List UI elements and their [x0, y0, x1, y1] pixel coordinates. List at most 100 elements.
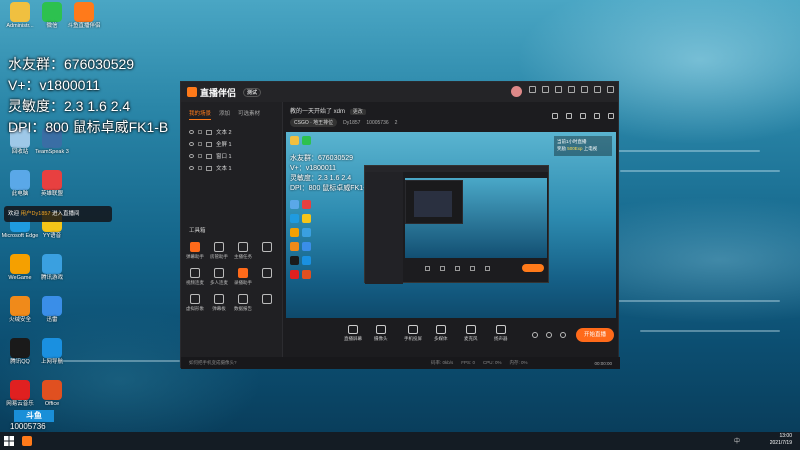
- screen-capture-button[interactable]: 直播屏幕: [344, 325, 362, 342]
- lock-icon[interactable]: [198, 130, 202, 134]
- preview-desktop-icon: [290, 214, 299, 223]
- toolbox-item[interactable]: 虚拟形象: [183, 294, 207, 312]
- toolbox-item[interactable]: 视频连麦: [183, 268, 207, 286]
- eye-icon[interactable]: [189, 130, 194, 134]
- eye-icon[interactable]: [546, 332, 552, 338]
- nested-preview-window: [364, 165, 549, 284]
- room-id: 10005736: [366, 119, 389, 126]
- douyu-companion-icon: [22, 436, 32, 446]
- tool-icon: [262, 242, 272, 252]
- thunder-icon: [42, 296, 62, 316]
- avatar[interactable]: [511, 86, 522, 97]
- preview-desktop-icon: [302, 136, 311, 145]
- toolbar-icon: [375, 325, 386, 334]
- category-select[interactable]: CSGO · 地王排位: [290, 118, 338, 127]
- nested-inner-preview: [414, 191, 452, 217]
- system-clock[interactable]: 13:00 2021/7/19: [770, 433, 792, 447]
- desktop-icon[interactable]: 网易云音乐: [2, 380, 38, 408]
- gift-icon[interactable]: [552, 113, 558, 119]
- desktop-icon[interactable]: 腾讯游戏: [34, 254, 70, 282]
- desktop-icon[interactable]: 火绒安全: [2, 296, 38, 324]
- eye-icon[interactable]: [189, 142, 194, 146]
- desktop-icon-label: 微信: [46, 23, 58, 29]
- desktop-icon-label: TeamSpeak 3: [35, 149, 69, 155]
- message-icon[interactable]: [529, 86, 536, 93]
- desktop-icon[interactable]: 迅雷: [34, 296, 70, 324]
- skin-icon[interactable]: [555, 86, 562, 93]
- scene-item[interactable]: 全屏 1: [181, 138, 282, 150]
- shop-icon[interactable]: [566, 113, 572, 119]
- lock-icon[interactable]: [198, 166, 202, 170]
- edit-title-button[interactable]: 更改: [349, 109, 366, 115]
- desktop-icon[interactable]: 此电脑: [2, 170, 38, 198]
- lock-icon[interactable]: [198, 154, 202, 158]
- desktop-icon[interactable]: 微信: [34, 2, 70, 30]
- layout-icon[interactable]: [532, 332, 538, 338]
- tool-icon: [262, 294, 272, 304]
- minimize-icon[interactable]: [581, 86, 588, 93]
- media-button[interactable]: 多媒体: [434, 325, 448, 342]
- desktop-icon[interactable]: 斗鱼直播伴侣: [66, 2, 102, 30]
- maximize-icon[interactable]: [594, 86, 601, 93]
- eye-icon[interactable]: [189, 154, 194, 158]
- toolbox-item[interactable]: 录播助手: [231, 268, 255, 286]
- live-reward-note: 当前1小时直播 奖励 500Exp 上电视: [554, 136, 612, 156]
- toolbox-item[interactable]: [255, 268, 279, 286]
- scene-item[interactable]: 文本 1: [181, 162, 282, 174]
- toolbox-item[interactable]: 主播任务: [231, 242, 255, 260]
- room-title: 教的一天开始了 xdm: [290, 109, 346, 115]
- desktop-icon-label: 英雄联盟: [40, 191, 63, 197]
- toolbox-item[interactable]: [255, 294, 279, 312]
- desktop-icon[interactable]: WeGame: [2, 254, 38, 282]
- chat-suffix: 进入直播间: [52, 211, 80, 217]
- tool-label: 虚拟形象: [186, 306, 204, 311]
- desktop-icon[interactable]: Administr...: [2, 2, 38, 30]
- tool-icon: [238, 294, 248, 304]
- desktop-icon-label: 回收站: [11, 149, 29, 155]
- stream-preview[interactable]: 水友群：676030529 V+：v1800011 灵敏度：2.3 1.6 2.…: [286, 132, 616, 318]
- qq-icon: [10, 338, 30, 358]
- close-icon[interactable]: [607, 86, 614, 93]
- taskbar-douyu-app[interactable]: [18, 432, 36, 450]
- bell-icon[interactable]: [594, 113, 600, 119]
- desktop-icon[interactable]: 腾讯QQ: [2, 338, 38, 366]
- eye-icon[interactable]: [189, 166, 194, 170]
- toolbox-item[interactable]: 房管助手: [207, 242, 231, 260]
- preview-group-text: 水友群：676030529: [290, 155, 354, 162]
- scene-item[interactable]: 窗口 1: [181, 150, 282, 162]
- scene-label: 全屏 1: [216, 142, 232, 148]
- microphone-button[interactable]: 麦克风: [464, 325, 478, 342]
- desktop-icon[interactable]: Office: [34, 380, 70, 408]
- lock-icon[interactable]: [198, 142, 202, 146]
- speaker-button[interactable]: 扬声器: [494, 325, 508, 342]
- tab-materials[interactable]: 可选素材: [238, 109, 260, 120]
- share-icon[interactable]: [608, 113, 614, 119]
- toolbox-item[interactable]: 数据报告: [231, 294, 255, 312]
- menu-icon[interactable]: [568, 86, 575, 93]
- input-method-indicator[interactable]: 中: [734, 436, 740, 445]
- toolbar-label: 手机投屏: [404, 336, 422, 341]
- toolbox-item[interactable]: [255, 242, 279, 260]
- settings-icon[interactable]: [542, 86, 549, 93]
- scene-item[interactable]: 文本 2: [181, 126, 282, 138]
- tab-my-scenes[interactable]: 我的场景: [189, 109, 212, 120]
- trophy-icon[interactable]: [580, 113, 586, 119]
- toolbar-label: 摄像头: [374, 336, 388, 341]
- version-badge[interactable]: 测试: [243, 87, 262, 97]
- camera-button[interactable]: 摄像头: [374, 325, 388, 342]
- desktop-icon[interactable]: 英雄联盟: [34, 170, 70, 198]
- toolbox-item[interactable]: 弹幕板: [207, 294, 231, 312]
- tab-add[interactable]: 添加: [219, 109, 230, 120]
- toolbox-item[interactable]: 多人连麦: [207, 268, 231, 286]
- toolbox-item[interactable]: 弹幕助手: [183, 242, 207, 260]
- tool-label: 数据报告: [234, 306, 252, 311]
- memory-stat: 内存: 0%: [509, 360, 528, 365]
- desktop-icon[interactable]: 上网导航: [34, 338, 70, 366]
- phone-cast-button[interactable]: 手机投屏: [404, 325, 422, 342]
- camera-hint-link[interactable]: 如何把手机变成摄像头?: [189, 360, 237, 366]
- start-live-button[interactable]: 开始直播: [576, 328, 614, 342]
- gear-icon[interactable]: [560, 332, 566, 338]
- desktop-icon-label: Microsoft Edge: [1, 233, 39, 239]
- start-button[interactable]: [0, 432, 18, 450]
- clock-date: 2021/7/19: [769, 440, 792, 446]
